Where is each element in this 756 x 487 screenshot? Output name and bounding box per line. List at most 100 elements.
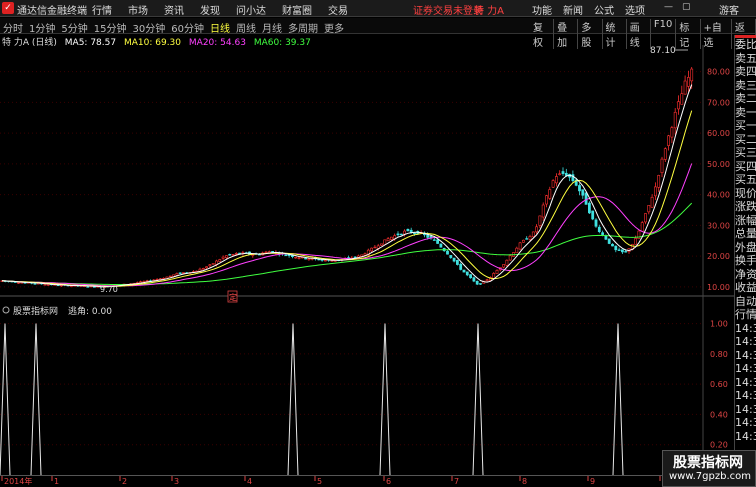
app-title: 通达信金融终端 — [17, 6, 87, 17]
high-price-label: 87.10 — [650, 46, 676, 56]
candle-body — [175, 273, 179, 276]
candle-body — [403, 230, 407, 235]
period-5min[interactable]: 5分钟 — [61, 20, 87, 35]
side-panel-item: 外盘 — [735, 240, 756, 254]
side-panel-item: 14:35 — [735, 402, 756, 416]
candle-body — [561, 171, 565, 174]
menu-item-options[interactable]: 选项 — [625, 2, 645, 17]
candle-body — [594, 219, 598, 227]
candle-body — [650, 196, 654, 208]
restore-icon[interactable]: ▢ — [682, 2, 691, 12]
candle-body — [399, 233, 403, 236]
menu-item-wealth-circle[interactable]: 财富圈 — [282, 2, 312, 17]
candle-body — [211, 263, 215, 265]
candle-body — [518, 242, 522, 250]
candle-body — [396, 233, 400, 236]
candle-body — [508, 255, 512, 261]
chart-area[interactable]: 特 力A (日线) MA5: 78.57 MA10: 69.30 MA20: 5… — [0, 35, 734, 486]
side-panel-item: 涨幅 — [735, 213, 756, 227]
quote-side-panel: 委比 卖五 卖四 卖三 卖二 卖一 买一 买二 买三 买四 买五 现价 涨跌 涨幅 总量 外盘 换手 净资 收益 自动… — [734, 35, 756, 487]
candle-body — [228, 254, 232, 256]
candle-body — [432, 239, 436, 241]
candle-body — [657, 175, 661, 188]
candle-body — [294, 256, 298, 259]
menu-item-news[interactable]: 资讯 — [164, 2, 184, 17]
candle-body — [611, 243, 614, 247]
side-panel-item: 买三 — [735, 146, 756, 159]
candle-body — [617, 249, 621, 251]
candle-body — [43, 284, 47, 286]
price-tick-label: 50.00 — [707, 160, 730, 169]
side-panel-item: 14:35 — [735, 335, 756, 348]
price-tick-label: 60.00 — [707, 129, 730, 138]
candle-body — [380, 243, 383, 246]
date-tick-label: 2 — [122, 477, 127, 486]
low-price-label: 9.70 — [100, 285, 118, 294]
candle-body — [17, 282, 20, 284]
period-60min[interactable]: 60分钟 — [171, 20, 204, 35]
period-multi[interactable]: 多周期 — [288, 20, 318, 35]
period-1min[interactable]: 1分钟 — [29, 20, 55, 35]
login-notice[interactable]: 证券交易未登录 — [413, 2, 483, 17]
menu-item-formula[interactable]: 公式 — [594, 2, 614, 17]
side-panel-item: 涨跌 — [735, 200, 756, 213]
indicator-name: 股票指标网 — [13, 305, 58, 317]
side-panel-item: 委比 — [735, 38, 756, 51]
indicator-spike — [379, 323, 391, 476]
current-stock-name: 特 力A — [474, 6, 505, 17]
candle-body — [673, 111, 677, 129]
candle-body — [528, 236, 532, 240]
menu-item-market[interactable]: 市场 — [128, 2, 148, 17]
date-tick-label: 8 — [522, 477, 527, 486]
price-axis-labels: 10.00 20.00 30.00 40.00 50.00 60.00 70.00 80.00 — [707, 68, 730, 292]
menu-item-headlines[interactable]: 新闻 — [563, 2, 583, 17]
period-weekly[interactable]: 周线 — [236, 20, 256, 35]
indicator-header: 股票指标网 逃角: 0.00 — [2, 305, 112, 317]
period-30min[interactable]: 30分钟 — [132, 20, 165, 35]
menu-item-market-quotes[interactable]: 行情 — [92, 2, 112, 17]
indicator-spike — [612, 323, 624, 476]
indicator-tick-label: 0.80 — [710, 350, 728, 359]
menu-item-functions[interactable]: 功能 — [532, 2, 552, 17]
date-tick-label: 6 — [386, 477, 391, 486]
side-panel-item: 自动 — [735, 294, 756, 308]
period-monthly[interactable]: 月线 — [262, 20, 282, 35]
kline-chart[interactable]: 10.00 20.00 30.00 40.00 50.00 60.00 70.00 80.00… — [0, 35, 734, 486]
candle-body — [320, 259, 324, 261]
side-panel-item: 14:35 — [735, 348, 756, 362]
candle-body — [578, 185, 581, 192]
candle-body — [584, 192, 588, 205]
period-15min[interactable]: 15分钟 — [94, 20, 127, 35]
menu-item-ask[interactable]: 问小达 — [236, 2, 266, 17]
indicator-axis-labels: 0.20 0.40 0.60 0.80 1.00 — [710, 320, 728, 450]
ma20-line — [1, 163, 693, 287]
candle-body — [297, 257, 301, 259]
indicator-tick-label: 0.60 — [710, 380, 728, 389]
candle-body — [46, 284, 50, 286]
candle-body — [413, 232, 416, 235]
period-more[interactable]: 更多 — [324, 20, 344, 35]
side-panel-item: 14:35 — [735, 362, 756, 375]
date-tick-label: 1 — [54, 477, 59, 486]
price-gridlines — [0, 71, 703, 288]
side-panel-item: 14:35 — [735, 429, 756, 443]
candle-body — [653, 186, 657, 197]
watermark-url: www.7gpzb.com — [669, 471, 751, 482]
indicator-tick-label: 0.20 — [710, 441, 728, 450]
minimize-icon[interactable]: — — [664, 2, 673, 12]
menu-item-discover[interactable]: 发现 — [200, 2, 220, 17]
menu-item-trade[interactable]: 交易 — [328, 2, 348, 17]
candle-body — [221, 256, 225, 259]
side-panel-item: 买二 — [735, 132, 756, 146]
side-panel-item: 行情 — [735, 308, 756, 321]
side-panel-item: 现价 — [735, 186, 756, 200]
indicator-spike — [0, 323, 11, 476]
side-panel-item: 卖二 — [735, 92, 756, 105]
period-daily[interactable]: 日线 — [210, 20, 230, 35]
indicator-tick-label: 0.40 — [710, 410, 728, 419]
candle-body — [690, 68, 694, 82]
guest-label[interactable]: 游客 — [719, 2, 739, 17]
candle-body — [479, 283, 482, 285]
candle-body — [304, 257, 308, 260]
period-intraday[interactable]: 分时 — [3, 20, 23, 35]
